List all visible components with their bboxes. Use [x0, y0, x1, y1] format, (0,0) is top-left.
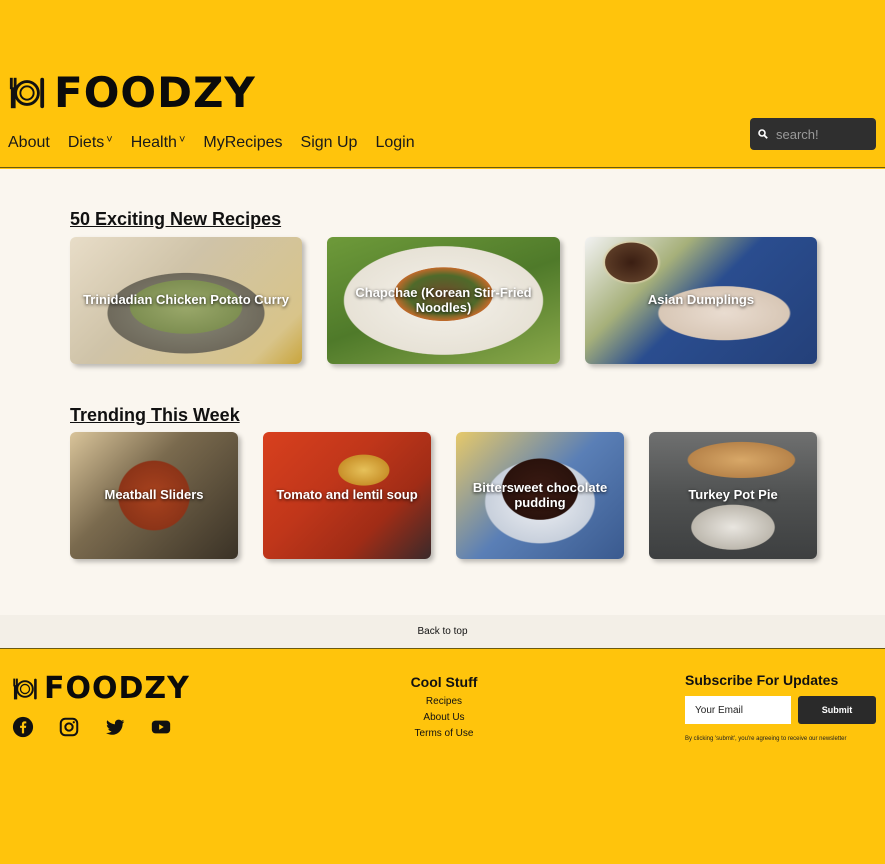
footer-link-terms[interactable]: Terms of Use	[380, 728, 508, 739]
logo-wordmark: FOODZY	[54, 68, 256, 117]
section-title-new-recipes[interactable]: 50 Exciting New Recipes	[70, 209, 281, 230]
back-to-top-link[interactable]: Back to top	[0, 615, 885, 649]
newsletter-title: Subscribe For Updates	[685, 672, 839, 688]
email-field[interactable]	[685, 696, 791, 724]
nav-item-about[interactable]: About	[8, 134, 50, 152]
chevron-down-icon: ˅	[106, 134, 113, 146]
youtube-icon[interactable]	[150, 716, 172, 738]
recipe-card-label: Chapchae (Korean Stir-Fried Noodles)	[355, 284, 532, 315]
main-content: 50 Exciting New Recipes Trinidadian Chic…	[0, 169, 885, 615]
recipe-card-label: Turkey Pot Pie	[688, 487, 778, 503]
social-links	[12, 716, 172, 738]
recipe-card-label: Meatball Sliders	[104, 487, 204, 503]
footer-links-title: Cool Stuff	[410, 674, 478, 690]
nav-item-login[interactable]: Login	[375, 134, 414, 152]
newsletter-disclaimer: By clicking 'submit', you're agreeing to…	[685, 736, 847, 742]
newsletter-form: Subscribe For Updates Submit By clicking…	[685, 672, 880, 742]
recipe-card-label: Bittersweet chocolate pudding	[472, 479, 608, 510]
site-footer: FOODZY Cool Stuff Recipes About Us Terms…	[0, 650, 885, 864]
footer-logo-wordmark: FOODZY	[44, 671, 190, 706]
instagram-icon[interactable]	[58, 716, 80, 738]
search-icon	[758, 129, 768, 139]
twitter-icon[interactable]	[104, 716, 126, 738]
footer-link-about-us[interactable]: About Us	[380, 712, 508, 723]
footer-logo[interactable]: FOODZY	[12, 674, 190, 704]
recipe-card-meatball-sliders[interactable]: Meatball Sliders	[70, 432, 238, 559]
recipe-card-label: Asian Dumplings	[647, 292, 755, 308]
search-box[interactable]	[750, 118, 876, 150]
site-header: FOODZY About Diets ˅ Health ˅ MyRecipes Si…	[0, 0, 885, 168]
recipe-card-tomato-soup[interactable]: Tomato and lentil soup	[263, 432, 431, 559]
facebook-icon[interactable]	[12, 716, 34, 738]
footer-links: Cool Stuff Recipes About Us Terms of Use	[380, 674, 508, 744]
submit-button[interactable]: Submit	[798, 696, 876, 724]
search-input[interactable]	[776, 126, 866, 142]
plate-cutlery-icon	[9, 77, 45, 109]
site-logo[interactable]: FOODZY	[8, 72, 256, 114]
recipe-card-turkey-pot-pie[interactable]: Turkey Pot Pie	[649, 432, 817, 559]
chevron-down-icon: ˅	[178, 134, 186, 146]
recipe-card-chicken-curry[interactable]: Trinidadian Chicken Potato Curry	[70, 237, 302, 364]
newsletter-row: Submit	[685, 696, 880, 724]
nav-item-diets[interactable]: Diets ˅	[68, 134, 113, 152]
section-title-trending[interactable]: Trending This Week	[70, 405, 240, 426]
main-nav: About Diets ˅ Health ˅ MyRecipes Sign Up L…	[8, 134, 415, 152]
recipe-card-chapchae[interactable]: Chapchae (Korean Stir-Fried Noodles)	[327, 237, 560, 364]
recipe-card-label: Trinidadian Chicken Potato Curry	[83, 292, 289, 308]
footer-link-recipes[interactable]: Recipes	[380, 696, 508, 707]
recipe-card-label: Tomato and lentil soup	[276, 487, 418, 503]
nav-item-myrecipes[interactable]: MyRecipes	[203, 134, 282, 152]
nav-item-health[interactable]: Health ˅	[131, 134, 186, 152]
plate-cutlery-icon	[13, 678, 37, 700]
recipe-card-dumplings[interactable]: Asian Dumplings	[585, 237, 817, 364]
recipe-card-chocolate-pudding[interactable]: Bittersweet chocolate pudding	[456, 432, 624, 559]
nav-item-signup[interactable]: Sign Up	[301, 134, 358, 152]
